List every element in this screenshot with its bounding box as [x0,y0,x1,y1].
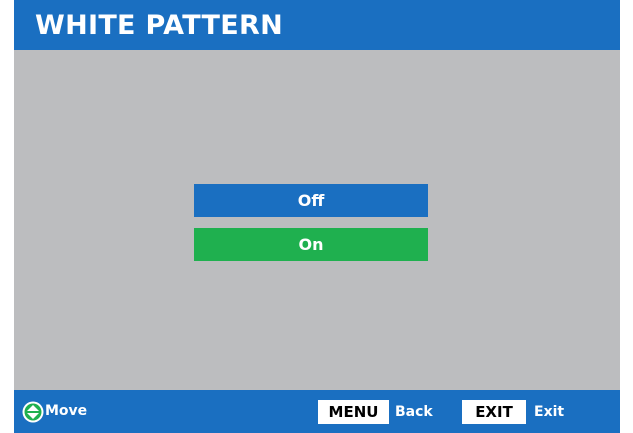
exit-key[interactable]: EXIT [462,400,526,424]
exit-hint-label: Exit [534,404,565,420]
menu-key[interactable]: MENU [318,400,389,424]
move-hint-label: Move [45,403,88,419]
option-off[interactable]: Off [194,184,428,217]
footer-bar: Move MENU Back EXIT Exit [14,390,620,433]
up-down-arrows-icon [22,401,44,423]
option-on[interactable]: On [194,228,428,261]
osd-screen: WHITE PATTERN Off On Move MENU Back EXIT… [14,0,620,433]
header-bar: WHITE PATTERN [14,0,620,50]
back-hint-label: Back [395,404,433,420]
page-title: WHITE PATTERN [35,10,283,41]
option-menu: Off On [194,184,428,261]
